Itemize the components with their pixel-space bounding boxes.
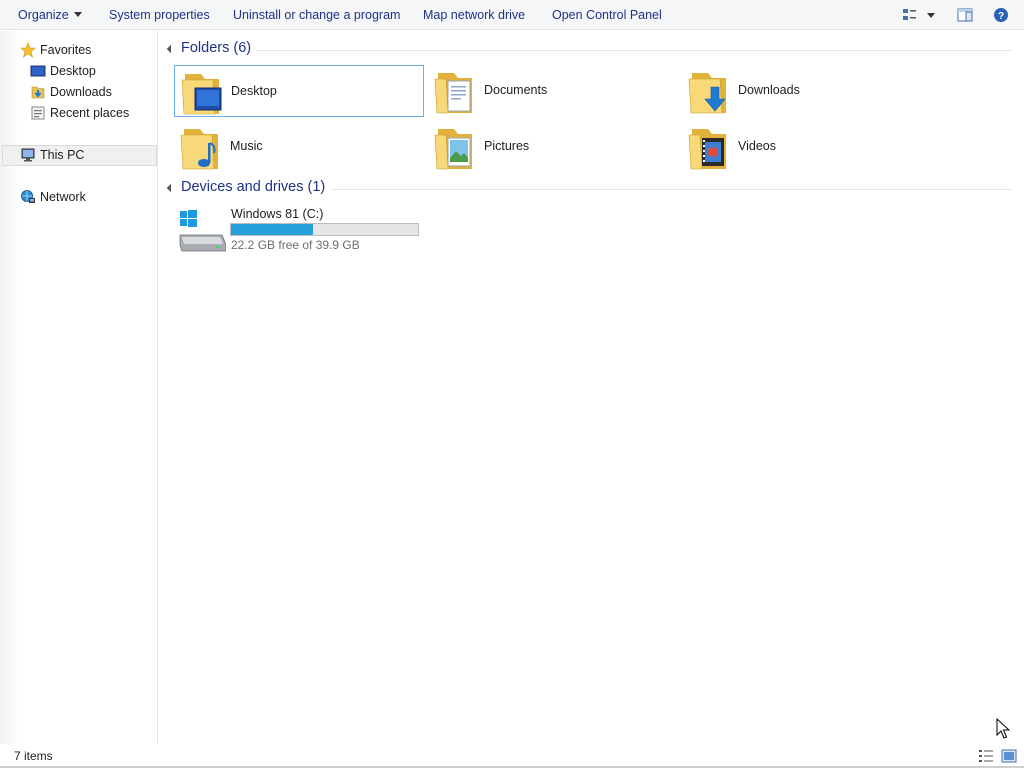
recent-places-icon — [31, 106, 45, 120]
folder-label: Downloads — [738, 83, 800, 97]
drive-free-space: 22.2 GB free of 39.9 GB — [231, 238, 360, 252]
item-count: 7 items — [14, 749, 53, 763]
devices-group-header[interactable]: Devices and drives (1) — [166, 179, 1018, 199]
folder-label: Pictures — [484, 139, 530, 153]
mouse-cursor-icon — [996, 718, 1010, 739]
nav-label-favorites: Favorites — [40, 43, 92, 57]
folder-label: Videos — [738, 139, 776, 153]
organize-label: Organize — [18, 8, 69, 22]
computer-icon — [21, 148, 35, 162]
status-bar: 7 items — [0, 744, 1024, 768]
navigation-pane: Favorites Desktop Downloads Recent place… — [0, 31, 158, 744]
drive-name: Windows 81 (C:) — [231, 207, 324, 221]
system-properties-button[interactable]: System properties — [107, 0, 212, 30]
open-control-panel-button[interactable]: Open Control Panel — [550, 0, 664, 30]
help-icon[interactable]: ? — [993, 7, 1009, 23]
folder-tile-pictures[interactable]: Pictures — [428, 121, 678, 173]
details-view-icon[interactable] — [978, 749, 994, 763]
drive-usage-bar — [230, 223, 419, 236]
command-bar: Organize System properties Uninstall or … — [0, 0, 1024, 30]
drive-usage-fill — [231, 224, 314, 235]
nav-label-this-pc: This PC — [40, 148, 85, 162]
folder-tile-desktop[interactable]: Desktop — [174, 65, 424, 117]
music-folder-icon — [180, 129, 218, 170]
folder-tile-music[interactable]: Music — [174, 121, 424, 173]
collapse-arrow-icon[interactable] — [166, 44, 176, 54]
drive-tile-c[interactable]: Windows 81 (C:) 22.2 GB free of 39.9 GB — [174, 205, 424, 257]
network-icon — [21, 190, 35, 203]
nav-label-desktop: Desktop — [50, 64, 96, 78]
uninstall-program-button[interactable]: Uninstall or change a program — [231, 0, 402, 30]
folders-group-title: Folders (6) — [181, 40, 258, 56]
downloads-icon — [31, 86, 45, 99]
nav-label-recent-places: Recent places — [50, 106, 130, 120]
svg-text:?: ? — [998, 11, 1004, 22]
desktop-folder-icon — [181, 74, 222, 115]
folder-label: Desktop — [231, 84, 277, 98]
chevron-down-icon — [73, 12, 82, 17]
folder-label: Documents — [484, 83, 548, 97]
star-icon — [20, 42, 36, 58]
hard-drive-icon — [179, 210, 226, 252]
folder-tile-documents[interactable]: Documents — [428, 65, 678, 117]
desktop-icon — [30, 65, 46, 77]
group-divider — [181, 50, 1012, 51]
collapse-arrow-icon[interactable] — [166, 183, 176, 193]
nav-label-downloads: Downloads — [50, 85, 112, 99]
folder-tile-downloads[interactable]: Downloads — [682, 65, 932, 117]
large-icons-view-icon[interactable] — [1001, 749, 1017, 763]
organize-button[interactable]: Organize — [16, 0, 84, 30]
devices-group-title: Devices and drives (1) — [181, 179, 332, 195]
pictures-folder-icon — [434, 129, 472, 170]
videos-folder-icon — [688, 129, 726, 170]
folder-tile-videos[interactable]: Videos — [682, 121, 932, 173]
preview-pane-icon[interactable] — [957, 7, 973, 23]
chevron-down-icon[interactable] — [926, 7, 936, 23]
folders-group-header[interactable]: Folders (6) — [166, 40, 1018, 60]
downloads-folder-icon — [688, 73, 726, 114]
view-options-icon[interactable] — [902, 7, 918, 23]
folder-label: Music — [230, 139, 263, 153]
map-network-drive-button[interactable]: Map network drive — [421, 0, 527, 30]
documents-folder-icon — [434, 73, 472, 114]
nav-label-network: Network — [40, 190, 86, 204]
